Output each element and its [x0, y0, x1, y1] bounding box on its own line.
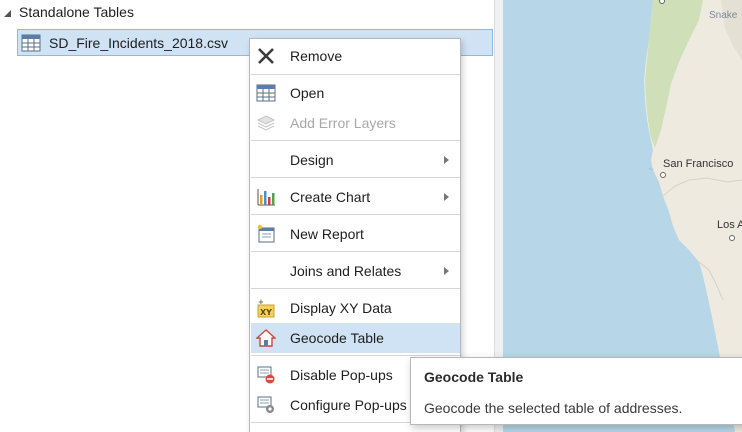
disable-popups-icon — [256, 365, 276, 385]
remove-x-icon — [256, 46, 276, 66]
map-label-top-right: Snake — [709, 10, 738, 21]
arcgis-pro-window: Standalone Tables SD_Fire_Incidents_2018… — [0, 0, 742, 432]
menu-separator — [251, 355, 460, 356]
menu-item-label: Remove — [290, 48, 343, 64]
menu-item-design[interactable]: Design — [251, 145, 460, 175]
menu-separator — [251, 140, 460, 141]
geocode-house-icon — [256, 328, 276, 348]
menu-item-label: New Report — [290, 226, 364, 242]
expand-collapse-icon[interactable] — [4, 9, 11, 17]
menu-separator — [251, 288, 460, 289]
menu-item-label: Create Chart — [290, 189, 371, 205]
svg-text:+: + — [258, 298, 264, 306]
table-icon — [21, 34, 41, 52]
menu-item-remove[interactable]: Remove — [251, 41, 460, 71]
menu-item-label: Design — [290, 152, 334, 168]
menu-item-create-chart[interactable]: Create Chart — [251, 182, 460, 212]
submenu-arrow-icon — [444, 156, 449, 164]
submenu-arrow-icon — [444, 193, 449, 201]
menu-item-open[interactable]: Open — [251, 78, 460, 108]
menu-item-geocode-table[interactable]: Geocode Table — [251, 323, 460, 353]
menu-separator — [251, 214, 460, 215]
chart-icon — [256, 187, 276, 207]
svg-text:XY: XY — [260, 308, 272, 317]
group-title: Standalone Tables — [19, 4, 134, 20]
menu-separator — [251, 251, 460, 252]
menu-separator — [251, 74, 460, 75]
table-icon — [256, 83, 276, 103]
menu-item-label: Display XY Data — [290, 300, 392, 316]
menu-item-label: Configure Pop-ups — [290, 397, 407, 413]
menu-item-label: Disable Pop-ups — [290, 367, 393, 383]
standalone-tables-group[interactable]: Standalone Tables — [4, 3, 134, 21]
report-icon — [256, 224, 276, 244]
map-label-los-angeles: Los A — [717, 219, 742, 231]
tooltip-title: Geocode Table — [424, 369, 524, 385]
configure-popups-icon — [256, 395, 276, 415]
menu-item-label: Open — [290, 85, 325, 101]
xy-data-icon: XY + — [256, 298, 276, 318]
san-francisco-marker — [660, 172, 666, 178]
map-label-san-francisco: San Francisco — [663, 158, 734, 170]
menu-item-label: Add Error Layers — [290, 115, 396, 131]
menu-item-display-xy-data[interactable]: XY + Display XY Data — [251, 293, 460, 323]
menu-item-new-report[interactable]: New Report — [251, 219, 460, 249]
geocode-table-tooltip: Geocode Table Geocode the selected table… — [410, 357, 742, 425]
tooltip-description: Geocode the selected table of addresses. — [424, 400, 683, 416]
menu-item-joins-and-relates[interactable]: Joins and Relates — [251, 256, 460, 286]
menu-item-label: Joins and Relates — [290, 263, 402, 279]
menu-item-add-error-layers: Add Error Layers — [251, 108, 460, 138]
los-angeles-marker — [729, 235, 735, 241]
submenu-arrow-icon — [444, 267, 449, 275]
table-name: SD_Fire_Incidents_2018.csv — [49, 34, 228, 51]
layers-icon — [256, 113, 276, 133]
menu-item-label: Geocode Table — [290, 330, 384, 346]
menu-separator — [251, 177, 460, 178]
